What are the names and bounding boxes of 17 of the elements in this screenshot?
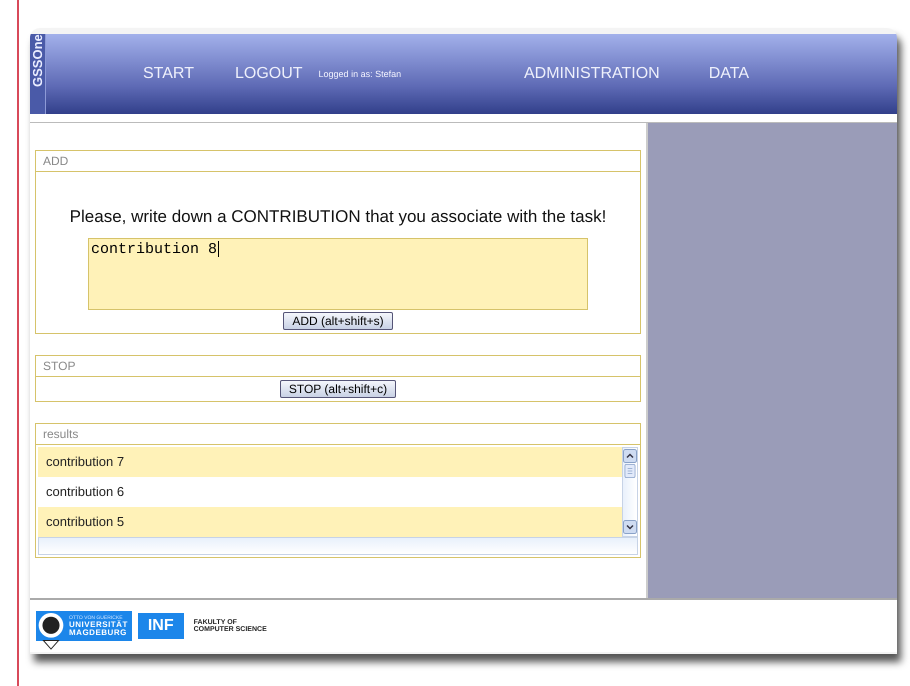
panel-title: results [36, 424, 640, 445]
panel-title: STOP [36, 356, 640, 377]
result-row[interactable]: contribution 5 [38, 507, 622, 537]
prompt-text: Please, write down a CONTRIBUTION that you associate with the task! [70, 207, 606, 227]
result-row[interactable]: contribution 6 [38, 477, 622, 507]
add-button[interactable]: ADD (alt+shift+s) [283, 312, 393, 330]
result-row[interactable]: contribution 7 [38, 447, 622, 477]
faculty-logo: INF [138, 613, 184, 639]
scroll-down-icon[interactable] [623, 520, 637, 534]
vertical-scrollbar[interactable] [622, 447, 638, 537]
scroll-thumb-icon[interactable] [623, 464, 637, 478]
contribution-input[interactable]: contribution 8 [88, 238, 588, 310]
stop-button[interactable]: STOP (alt+shift+c) [280, 380, 396, 398]
horizontal-scrollbar[interactable] [38, 537, 638, 555]
login-status: Logged in as: Stefan [318, 69, 402, 79]
scroll-up-icon[interactable] [623, 449, 637, 463]
panel-title: ADD [36, 151, 640, 172]
